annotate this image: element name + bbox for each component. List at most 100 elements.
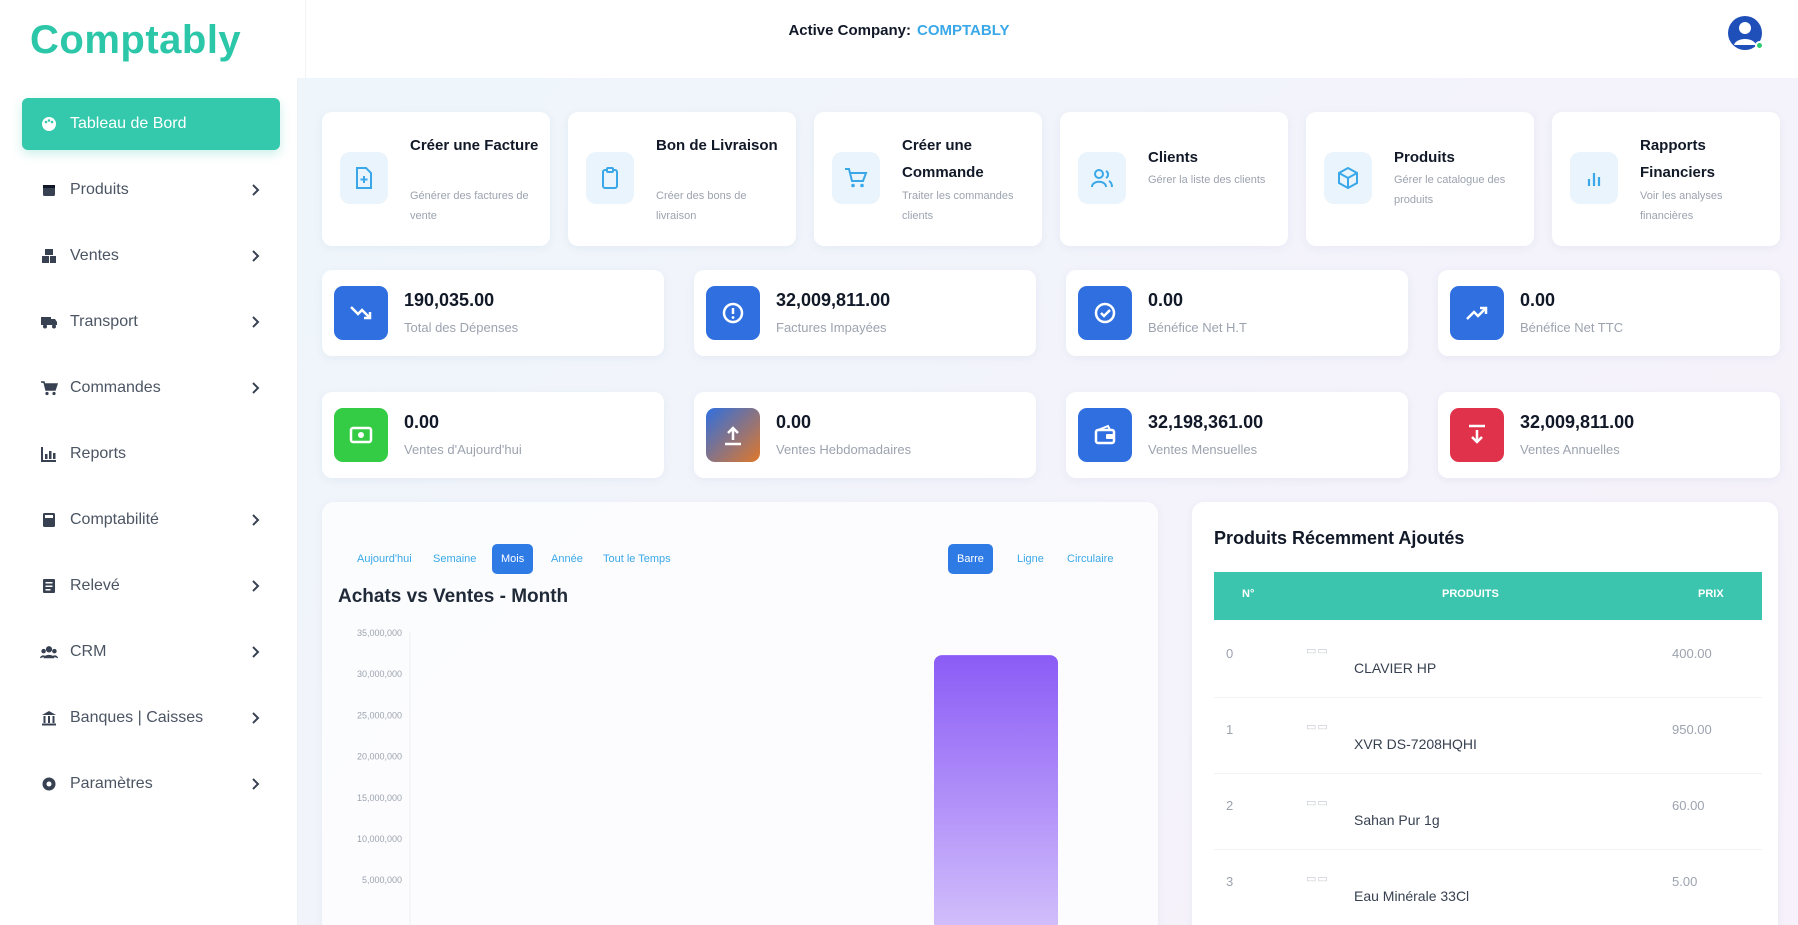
stat-value: 0.00 <box>1520 290 1556 310</box>
y-tick-label: 20,000,000 <box>357 752 402 762</box>
period-tab-all-time[interactable]: Tout le Temps <box>594 544 680 574</box>
table-header: N° PRODUITS PRIX <box>1214 572 1762 620</box>
sidebar-item-releve[interactable]: Relevé <box>22 560 280 612</box>
users-icon <box>1078 152 1126 204</box>
chart-icon <box>40 445 58 463</box>
chevron-right-icon <box>252 778 260 790</box>
action-desc: Traiter les commandes clients <box>902 190 1014 222</box>
active-company-name[interactable]: COMPTABLY <box>917 22 1010 39</box>
sidebar-item-label: Tableau de Bord <box>70 115 187 132</box>
stat-label: Ventes Mensuelles <box>1148 442 1258 457</box>
sidebar-item-comptabilite[interactable]: Comptabilité <box>22 494 280 546</box>
chart-type-bar[interactable]: Barre <box>948 544 993 574</box>
stat-label: Bénéfice Net H.T <box>1148 320 1247 335</box>
product-name: XVR DS-7208HQHI <box>1354 736 1477 752</box>
sidebar-item-crm[interactable]: CRM <box>22 626 280 678</box>
quick-action-products[interactable]: Produits Gérer le catalogue des produits <box>1306 112 1534 246</box>
table-row[interactable]: 3 ▭▭ Eau Minérale 33Cl 5.00 <box>1214 850 1762 925</box>
stat-value: 0.00 <box>776 412 812 432</box>
y-tick-label: 10,000,000 <box>357 834 402 844</box>
stat-unpaid-invoices: 32,009,811.00 Factures Impayées <box>694 270 1036 356</box>
row-number: 0 <box>1226 646 1234 661</box>
logo-divider <box>305 0 306 78</box>
sidebar-item-label: Paramètres <box>70 775 153 792</box>
stat-label: Bénéfice Net TTC <box>1520 320 1624 335</box>
table-row[interactable]: 0 ▭▭ CLAVIER HP 400.00 <box>1214 622 1762 698</box>
sidebar-item-label: Commandes <box>70 379 161 396</box>
period-tab-month[interactable]: Mois <box>492 544 534 574</box>
quick-action-create-order[interactable]: Créer une Commande Traiter les commandes… <box>814 112 1042 246</box>
quick-action-create-invoice[interactable]: Créer une Facture Générer des factures d… <box>322 112 550 246</box>
chart-canvas: 35,000,000 30,000,000 25,000,000 20,000,000… <box>357 628 1058 925</box>
cube-icon <box>1324 152 1372 204</box>
sidebar-item-reports[interactable]: Reports <box>22 428 280 480</box>
stat-value: 0.00 <box>1148 290 1184 310</box>
truck-icon <box>40 313 58 331</box>
table-row[interactable]: 1 ▭▭ XVR DS-7208HQHI 950.00 <box>1214 698 1762 774</box>
sidebar-item-label: Produits <box>70 181 129 198</box>
action-desc: Gérer le catalogue des produits <box>1394 174 1506 206</box>
chevron-right-icon <box>252 382 260 394</box>
period-tab-today[interactable]: Aujourd'hui <box>348 544 421 574</box>
active-company-label: Active Company: <box>788 22 911 39</box>
bank-icon <box>40 709 58 727</box>
quick-action-clients[interactable]: Clients Gérer la liste des clients <box>1060 112 1288 246</box>
action-desc: Voir les analyses financières <box>1640 190 1723 222</box>
product-price: 5.00 <box>1672 874 1698 889</box>
sidebar-item-parametres[interactable]: Paramètres <box>22 758 280 810</box>
box-icon <box>40 181 58 199</box>
sidebar-item-label: Comptabilité <box>70 511 159 528</box>
column-header-price: PRIX <box>1698 588 1724 600</box>
chart-bar[interactable] <box>934 655 1058 925</box>
stat-value: 32,198,361.00 <box>1148 412 1264 432</box>
sidebar-item-commandes[interactable]: Commandes <box>22 362 280 414</box>
check-badge-icon <box>1078 286 1132 340</box>
sidebar: Tableau de Bord Produits Ventes Transpor… <box>0 78 298 925</box>
period-tab-year[interactable]: Année <box>542 544 592 574</box>
sidebar-item-label: Banques | Caisses <box>70 709 204 726</box>
row-number: 2 <box>1226 798 1234 813</box>
product-name: Eau Minérale 33Cl <box>1354 888 1470 904</box>
stat-today-sales: 0.00 Ventes d'Aujourd'hui <box>322 392 664 478</box>
sidebar-item-transport[interactable]: Transport <box>22 296 280 348</box>
stat-monthly-sales: 32,198,361.00 Ventes Mensuelles <box>1066 392 1408 478</box>
sidebar-item-label: Ventes <box>70 247 119 264</box>
stat-value: 190,035.00 <box>404 290 495 310</box>
user-avatar[interactable] <box>1726 14 1764 52</box>
download-icon <box>1450 408 1504 462</box>
stat-value: 32,009,811.00 <box>1520 412 1635 432</box>
table-row[interactable]: 2 ▭▭ Sahan Pur 1g 60.00 <box>1214 774 1762 850</box>
column-header-number: N° <box>1242 588 1255 600</box>
y-tick-label: 25,000,000 <box>357 710 402 720</box>
stat-net-profit-ht: 0.00 Bénéfice Net H.T <box>1066 270 1408 356</box>
stat-label: Ventes Hebdomadaires <box>776 442 912 457</box>
period-tab-week[interactable]: Semaine <box>424 544 485 574</box>
top-bar: Comptably Active Company: COMPTABLY <box>0 0 1798 78</box>
upload-icon <box>706 408 760 462</box>
quick-action-financial-reports[interactable]: Rapports Financiers Voir les analyses fi… <box>1552 112 1780 246</box>
chart-type-line[interactable]: Ligne <box>1008 544 1053 574</box>
action-title: Produits <box>1394 149 1455 166</box>
calculator-icon <box>40 511 58 529</box>
online-status-dot <box>1755 41 1764 50</box>
row-number: 3 <box>1226 874 1234 889</box>
action-title: Bon de Livraison <box>656 137 778 154</box>
wallet-icon <box>1078 408 1132 462</box>
chevron-right-icon <box>252 646 260 658</box>
quick-action-delivery-note[interactable]: Bon de Livraison Créer des bons de livra… <box>568 112 796 246</box>
chevron-right-icon <box>252 514 260 526</box>
cart-icon <box>40 379 58 397</box>
sidebar-item-banques-caisses[interactable]: Banques | Caisses <box>22 692 280 744</box>
y-tick-label: 15,000,000 <box>357 793 402 803</box>
chevron-right-icon <box>252 184 260 196</box>
recent-products-panel: Produits Récemment Ajoutés N° PRODUITS P… <box>1192 502 1778 925</box>
stat-value: 0.00 <box>404 412 440 432</box>
alert-icon <box>706 286 760 340</box>
chart-type-pie[interactable]: Circulaire <box>1058 544 1122 574</box>
users-icon <box>40 643 58 661</box>
sidebar-item-produits[interactable]: Produits <box>22 164 280 216</box>
sidebar-item-tableau-de-bord[interactable]: Tableau de Bord <box>22 98 280 150</box>
sidebar-item-ventes[interactable]: Ventes <box>22 230 280 282</box>
chevron-right-icon <box>252 316 260 328</box>
product-thumbnail: ▭▭ <box>1306 797 1329 809</box>
